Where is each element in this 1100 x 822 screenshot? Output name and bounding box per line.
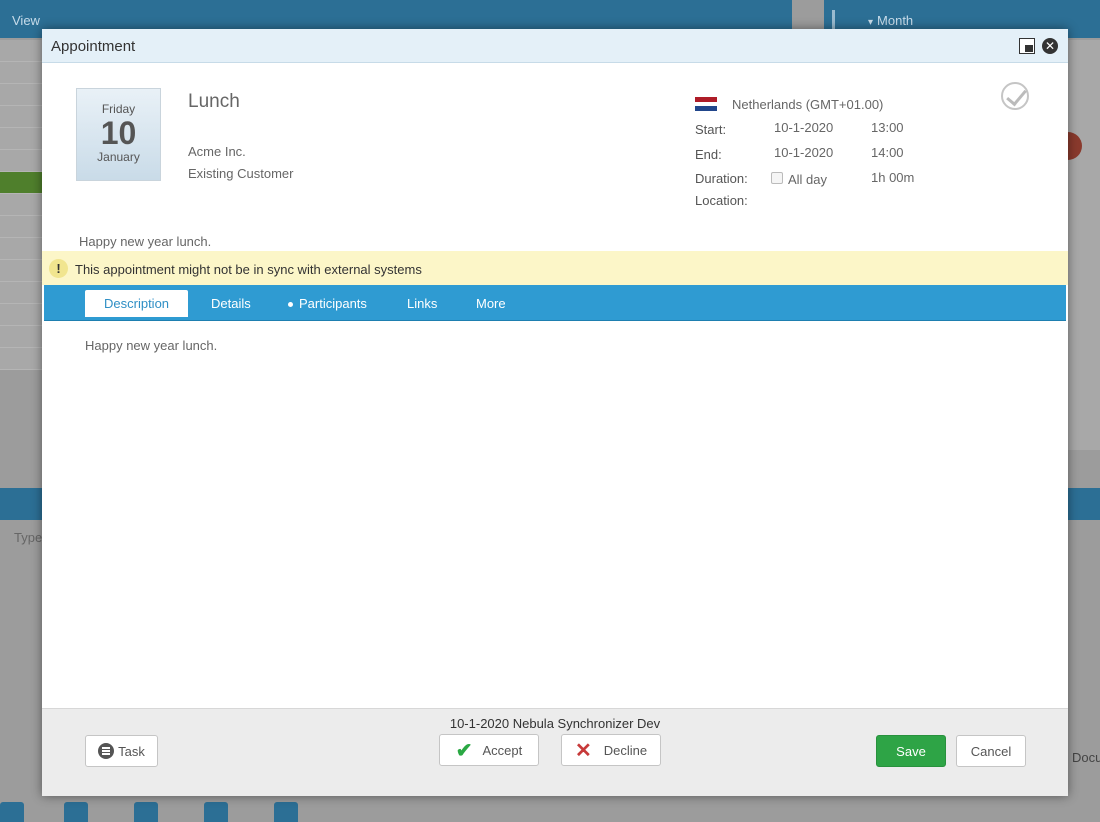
duration-value: 1h 00m: [871, 170, 915, 185]
document-icon: [204, 802, 228, 822]
bg-month-dropdown: Month: [868, 13, 913, 28]
end-time[interactable]: 14:00: [871, 145, 904, 160]
footer-info: 10-1-2020 Nebula Synchronizer Dev: [449, 716, 661, 731]
pencil-icon: [64, 802, 88, 822]
bg-view-label: View: [12, 13, 40, 28]
indicator-dot-icon: [288, 302, 293, 308]
tab-bar: Description Details Participants Links M…: [44, 285, 1066, 321]
bg-row-selected: [0, 172, 42, 194]
avatar: [1068, 132, 1082, 160]
tab-more[interactable]: More: [457, 290, 525, 317]
end-label: End:: [695, 147, 722, 162]
tab-participants-label: Participants: [299, 296, 367, 311]
end-date[interactable]: 10-1-2020: [774, 145, 833, 160]
company-link[interactable]: Acme Inc.: [188, 144, 246, 159]
task-button-label: Task: [118, 743, 145, 759]
search-icon: [134, 802, 158, 822]
warning-icon: !: [49, 259, 68, 278]
allday-checkbox[interactable]: [771, 172, 783, 184]
bg-row: [0, 326, 42, 348]
bg-row: [0, 128, 42, 150]
dialog-title: Appointment: [51, 38, 136, 55]
location-label: Location:: [695, 193, 748, 208]
completed-check-icon[interactable]: [1001, 82, 1029, 110]
start-date[interactable]: 10-1-2020: [774, 120, 833, 135]
date-tile: Friday 10 January: [76, 88, 161, 181]
x-icon: ✕: [574, 739, 592, 762]
accept-button-label: Accept: [482, 742, 523, 758]
duration-label: Duration:: [695, 171, 748, 186]
short-description: Happy new year lunch.: [79, 234, 212, 249]
plus-icon: [274, 802, 298, 822]
list-icon: [98, 743, 115, 759]
bg-type-label: Type: [14, 530, 43, 545]
timezone-label[interactable]: Netherlands (GMT+01.00): [732, 97, 883, 112]
sync-warning-banner: ! This appointment might not be in sync …: [42, 251, 1068, 285]
bg-row: [0, 106, 42, 128]
tab-details[interactable]: Details: [192, 290, 270, 317]
close-icon[interactable]: ✕: [1042, 38, 1058, 54]
decline-button-label: Decline: [603, 742, 648, 758]
bg-row: [0, 260, 42, 282]
bg-row: [0, 150, 42, 172]
bg-list: [0, 40, 42, 450]
bg-row: [0, 194, 42, 216]
dialog-footer: 10-1-2020 Nebula Synchronizer Dev Task ✔…: [42, 708, 1068, 796]
bg-row: [0, 348, 42, 370]
bg-bottom-bar: [0, 800, 1100, 822]
save-button[interactable]: Save: [876, 735, 946, 767]
allday-label: All day: [788, 172, 828, 187]
tab-participants[interactable]: Participants: [269, 290, 386, 317]
restore-icon[interactable]: [1019, 38, 1035, 54]
sync-warning-text: This appointment might not be in sync wi…: [75, 262, 422, 277]
description-content[interactable]: Happy new year lunch.: [85, 338, 217, 353]
decline-button[interactable]: ✕ Decline: [561, 734, 661, 766]
appointment-dialog: Appointment ✕ Friday 10 January Lunch Ac…: [42, 29, 1068, 796]
bg-row: [0, 62, 42, 84]
dialog-header: Appointment ✕: [42, 29, 1068, 63]
date-day: 10: [100, 115, 137, 151]
checkmark-icon: ✔: [455, 739, 473, 762]
bg-row: [0, 282, 42, 304]
bg-calendar-edge: [1068, 40, 1100, 450]
start-time[interactable]: 13:00: [871, 120, 904, 135]
netherlands-flag-icon: [695, 97, 717, 111]
at-icon: [0, 802, 24, 822]
tab-links[interactable]: Links: [388, 290, 456, 317]
tab-description[interactable]: Description: [85, 290, 189, 317]
date-weekday: Friday: [101, 102, 136, 116]
bg-row: [0, 304, 42, 326]
bg-row: [0, 216, 42, 238]
cancel-button[interactable]: Cancel: [956, 735, 1026, 767]
start-label: Start:: [695, 122, 727, 137]
bg-row: [0, 40, 42, 62]
relation-type: Existing Customer: [188, 166, 294, 181]
bg-row: [0, 84, 42, 106]
date-month: January: [97, 150, 140, 164]
bg-docum-label: Docum: [1072, 750, 1100, 765]
accept-button[interactable]: ✔ Accept: [439, 734, 539, 766]
task-button[interactable]: Task: [85, 735, 158, 767]
bg-row: [0, 238, 42, 260]
appointment-subject[interactable]: Lunch: [188, 91, 240, 113]
